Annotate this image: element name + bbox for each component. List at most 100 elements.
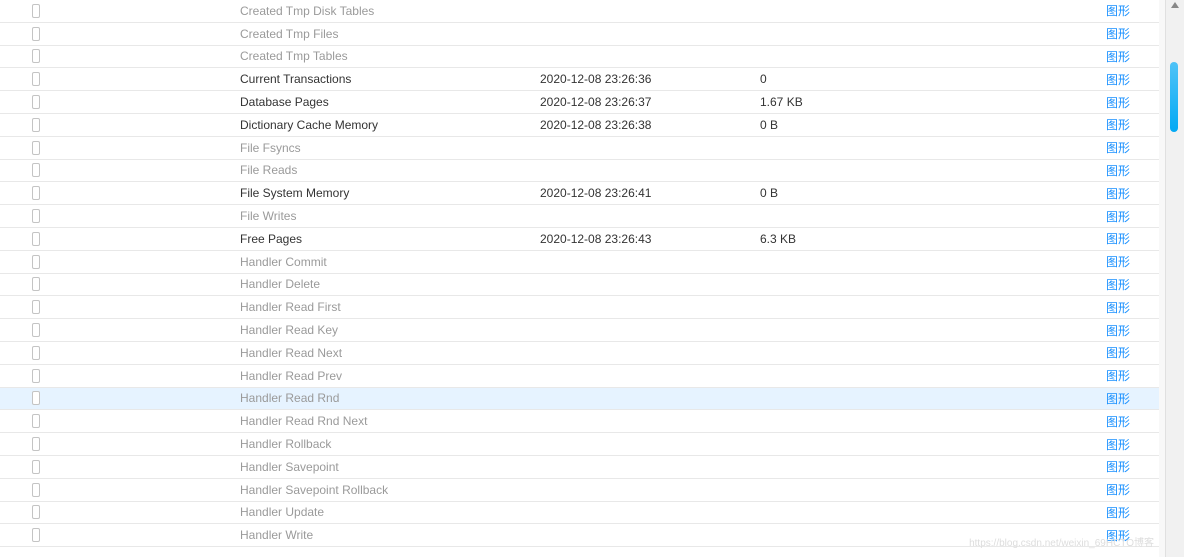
row-checkbox[interactable]	[32, 277, 40, 291]
row-checkbox[interactable]	[32, 27, 40, 41]
action-cell: 图形	[890, 481, 1165, 498]
chart-link[interactable]: 图形	[1106, 278, 1130, 292]
chart-link[interactable]: 图形	[1106, 346, 1130, 360]
table-row[interactable]: Handler Read First图形	[0, 296, 1165, 319]
table-row[interactable]: Handler Read Key图形	[0, 319, 1165, 342]
chart-link[interactable]: 图形	[1106, 210, 1130, 224]
metric-time: 2020-12-08 23:26:36	[490, 72, 690, 86]
table-row[interactable]: Handler Savepoint 图形	[0, 456, 1165, 479]
table-row[interactable]: Current Transactions2020-12-08 23:26:360…	[0, 68, 1165, 91]
row-checkbox[interactable]	[32, 255, 40, 269]
table-row[interactable]: File Fsyncs图形	[0, 137, 1165, 160]
chart-link[interactable]: 图形	[1106, 529, 1130, 543]
table-row[interactable]: Dictionary Cache Memory2020-12-08 23:26:…	[0, 114, 1165, 137]
chart-link[interactable]: 图形	[1106, 118, 1130, 132]
row-checkbox[interactable]	[32, 232, 40, 246]
scrollbar-thumb[interactable]	[1170, 62, 1178, 132]
checkbox-cell	[0, 163, 40, 177]
table-row[interactable]: Handler Write图形	[0, 524, 1165, 547]
row-checkbox[interactable]	[32, 118, 40, 132]
table-row[interactable]: File Writes 图形	[0, 205, 1165, 228]
chart-link[interactable]: 图形	[1106, 255, 1130, 269]
row-checkbox[interactable]	[32, 72, 40, 86]
checkbox-cell	[0, 323, 40, 337]
metric-name: File Writes	[40, 209, 490, 223]
metric-time: 2020-12-08 23:26:41	[490, 186, 690, 200]
checkbox-cell	[0, 414, 40, 428]
chart-link[interactable]: 图形	[1106, 301, 1130, 315]
metric-name: Created Tmp Tables	[40, 49, 490, 63]
chart-link[interactable]: 图形	[1106, 96, 1130, 110]
table-row[interactable]: File Reads 图形	[0, 160, 1165, 183]
metric-name: File Reads	[40, 163, 490, 177]
row-checkbox[interactable]	[32, 414, 40, 428]
chart-link[interactable]: 图形	[1106, 50, 1130, 64]
table-row[interactable]: Handler Read Rnd图形	[0, 388, 1165, 411]
table-row[interactable]: Handler Rollback图形	[0, 433, 1165, 456]
metric-value: 0	[690, 72, 890, 86]
metric-name: Handler Savepoint	[40, 460, 490, 474]
chart-link[interactable]: 图形	[1106, 187, 1130, 201]
table-row[interactable]: Handler Read Rnd Next图形	[0, 410, 1165, 433]
table-row[interactable]: Created Tmp Tables 图形	[0, 46, 1165, 69]
chart-link[interactable]: 图形	[1106, 4, 1130, 18]
table-row[interactable]: Created Tmp Files图形	[0, 23, 1165, 46]
action-cell: 图形	[890, 71, 1165, 88]
table-row[interactable]: Handler Update 图形	[0, 502, 1165, 525]
table-row[interactable]: Handler Commit 图形	[0, 251, 1165, 274]
row-checkbox[interactable]	[32, 460, 40, 474]
row-checkbox[interactable]	[32, 369, 40, 383]
metric-name: Handler Commit	[40, 255, 490, 269]
row-checkbox[interactable]	[32, 391, 40, 405]
chart-link[interactable]: 图形	[1106, 506, 1130, 520]
chart-link[interactable]: 图形	[1106, 141, 1130, 155]
action-cell: 图形	[890, 185, 1165, 202]
chart-link[interactable]: 图形	[1106, 324, 1130, 338]
table-row[interactable]: File System Memory2020-12-08 23:26:410 B…	[0, 182, 1165, 205]
row-checkbox[interactable]	[32, 49, 40, 63]
row-checkbox[interactable]	[32, 209, 40, 223]
scroll-arrow-up-icon[interactable]	[1171, 2, 1179, 8]
chart-link[interactable]: 图形	[1106, 164, 1130, 178]
table-row[interactable]: Handler Delete图形	[0, 274, 1165, 297]
chart-link[interactable]: 图形	[1106, 460, 1130, 474]
checkbox-cell	[0, 369, 40, 383]
metric-name: Handler Savepoint Rollback	[40, 483, 490, 497]
metric-name: Handler Update	[40, 505, 490, 519]
action-cell: 图形	[890, 413, 1165, 430]
table-row[interactable]: Database Pages2020-12-08 23:26:371.67 KB…	[0, 91, 1165, 114]
scrollbar-track[interactable]	[1165, 0, 1184, 557]
row-checkbox[interactable]	[32, 528, 40, 542]
chart-link[interactable]: 图形	[1106, 232, 1130, 246]
chart-link[interactable]: 图形	[1106, 483, 1130, 497]
row-checkbox[interactable]	[32, 346, 40, 360]
table-row[interactable]: Handler Savepoint Rollback 图形	[0, 479, 1165, 502]
row-checkbox[interactable]	[32, 300, 40, 314]
row-checkbox[interactable]	[32, 505, 40, 519]
row-checkbox[interactable]	[32, 95, 40, 109]
table-scroll-area[interactable]: Created Tmp Disk Tables图形Created Tmp Fil…	[0, 0, 1165, 557]
checkbox-cell	[0, 300, 40, 314]
chart-link[interactable]: 图形	[1106, 369, 1130, 383]
row-checkbox[interactable]	[32, 323, 40, 337]
table-row[interactable]: Free Pages2020-12-08 23:26:436.3 KB图形	[0, 228, 1165, 251]
metric-name: Current Transactions	[40, 72, 490, 86]
checkbox-cell	[0, 4, 40, 18]
row-checkbox[interactable]	[32, 141, 40, 155]
chart-link[interactable]: 图形	[1106, 392, 1130, 406]
row-checkbox[interactable]	[32, 163, 40, 177]
chart-link[interactable]: 图形	[1106, 27, 1130, 41]
row-checkbox[interactable]	[32, 483, 40, 497]
row-checkbox[interactable]	[32, 186, 40, 200]
table-row[interactable]: Handler Read Prev图形	[0, 365, 1165, 388]
action-cell: 图形	[890, 94, 1165, 111]
chart-link[interactable]: 图形	[1106, 438, 1130, 452]
table-row[interactable]: Created Tmp Disk Tables图形	[0, 0, 1165, 23]
row-checkbox[interactable]	[32, 4, 40, 18]
row-checkbox[interactable]	[32, 437, 40, 451]
chart-link[interactable]: 图形	[1106, 415, 1130, 429]
table-row[interactable]: Handler Read Next图形	[0, 342, 1165, 365]
action-cell: 图形	[890, 139, 1165, 156]
checkbox-cell	[0, 391, 40, 405]
chart-link[interactable]: 图形	[1106, 73, 1130, 87]
